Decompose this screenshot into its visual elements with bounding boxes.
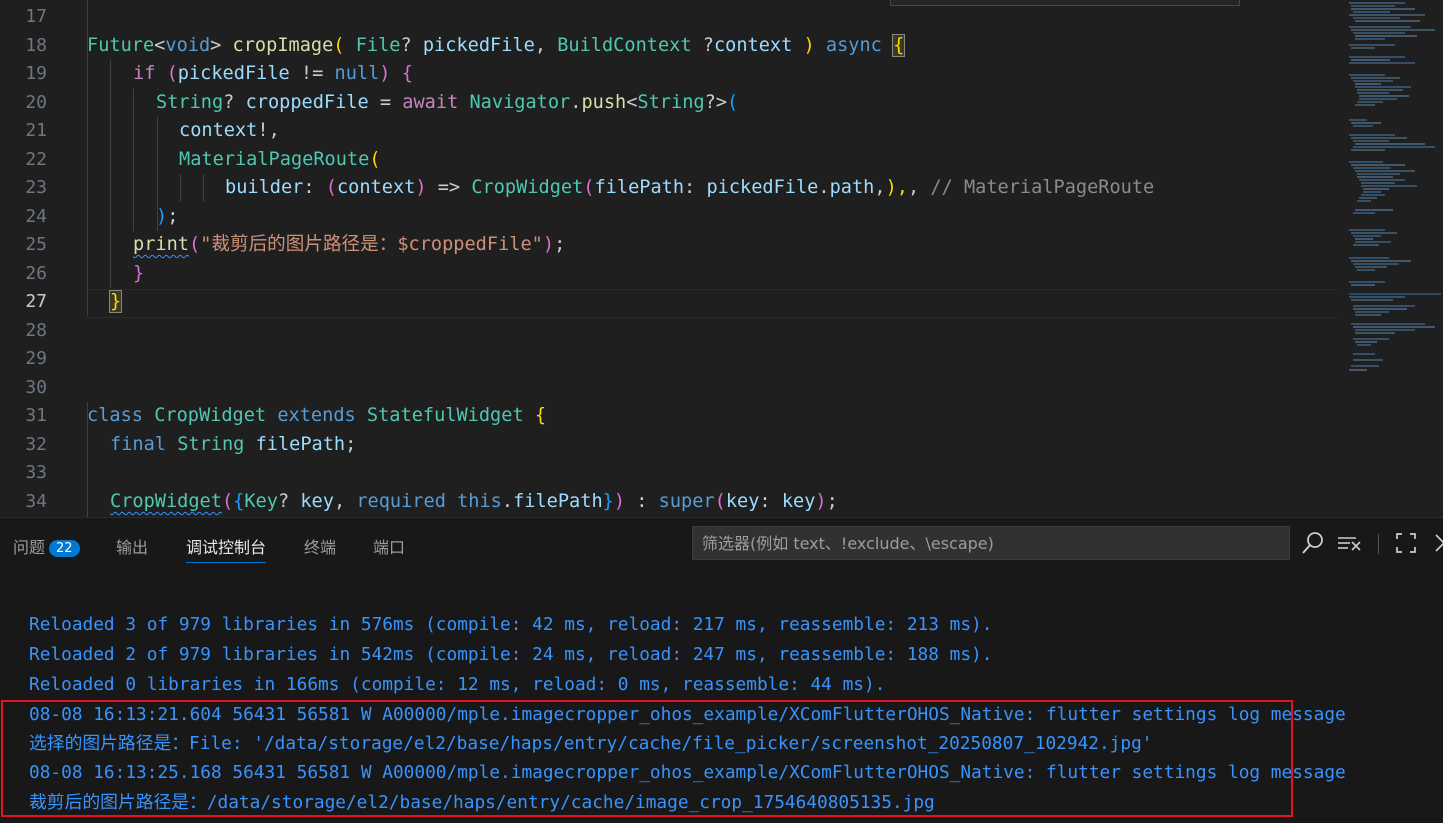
code-text[interactable]: builder: (context) => CropWidget(filePat… — [225, 174, 1154, 203]
console-line: Reloaded 3 of 979 libraries in 576ms (co… — [29, 614, 993, 635]
code-line: 23 builder: (context) => CropWidget(file… — [0, 174, 1340, 203]
line-number: 28 — [25, 320, 47, 341]
code-text[interactable]: if (pickedFile != null) { — [133, 60, 413, 89]
console-line: 08-08 16:13:21.604 56431 56581 W A00000/… — [29, 704, 1346, 725]
line-number: 21 — [25, 120, 47, 141]
toolbar-divider — [1378, 534, 1379, 554]
code-text[interactable]: class CropWidget extends StatefulWidget … — [87, 402, 546, 431]
clear-list-icon[interactable] — [1336, 530, 1362, 556]
tab-debug-console[interactable]: 调试控制台 — [186, 534, 267, 563]
console-line: 选择的图片路径是：File: '/data/storage/el2/base/h… — [29, 733, 1153, 754]
line-number: 29 — [25, 348, 47, 369]
line-number: 24 — [25, 206, 47, 227]
code-line: 26 } — [0, 260, 1340, 289]
debug-console-output[interactable]: Reloaded 3 of 979 libraries in 576ms (co… — [0, 570, 1443, 823]
line-number: 19 — [25, 63, 47, 84]
line-number: 26 — [25, 263, 47, 284]
code-text[interactable]: String? croppedFile = await Navigator.pu… — [156, 89, 738, 118]
code-line: 20 String? croppedFile = await Navigator… — [0, 89, 1340, 118]
code-line: 30 — [0, 374, 1340, 403]
code-line: 18 Future<void> cropImage( File? pickedF… — [0, 32, 1340, 61]
problems-count-badge: 22 — [49, 540, 80, 557]
close-icon[interactable] — [1432, 530, 1443, 556]
line-number: 17 — [25, 6, 47, 27]
code-text[interactable]: CropWidget({Key? key, required this.file… — [110, 488, 838, 517]
code-line: 27 } — [0, 288, 1340, 317]
line-number: 33 — [25, 462, 47, 483]
code-text[interactable]: ); — [156, 203, 178, 232]
line-number: 30 — [25, 377, 47, 398]
code-line: 19 if (pickedFile != null) { — [0, 60, 1340, 89]
maximize-icon[interactable] — [1393, 530, 1419, 556]
code-text[interactable]: Future<void> cropImage( File? pickedFile… — [87, 32, 906, 61]
code-line: 29 — [0, 345, 1340, 374]
console-line: 裁剪后的图片路径是：/data/storage/el2/base/haps/en… — [29, 792, 935, 813]
line-number: 23 — [25, 177, 47, 198]
line-number: 25 — [25, 234, 47, 255]
line-number: 22 — [25, 149, 47, 170]
code-text[interactable]: } — [133, 260, 144, 289]
filter-input[interactable] — [692, 526, 1290, 560]
code-text[interactable]: final String filePath; — [110, 431, 356, 460]
minimap-render — [1345, 0, 1443, 375]
console-line: Reloaded 2 of 979 libraries in 542ms (co… — [29, 644, 993, 665]
code-line: 28 — [0, 317, 1340, 346]
code-text[interactable]: } — [108, 288, 123, 317]
line-number: 27 — [25, 291, 47, 312]
code-editor[interactable]: 17 18 Future<void> cropImage( File? pick… — [0, 0, 1443, 517]
code-line: 34 CropWidget({Key? key, required this.f… — [0, 488, 1340, 517]
line-number: 18 — [25, 35, 47, 56]
tab-problems[interactable]: 问题 22 — [13, 534, 80, 558]
code-line: 25 print("裁剪后的图片路径是：$croppedFile"); — [0, 231, 1340, 260]
panel-tabs: 问题 22 输出 调试控制台 终端 端口 — [0, 518, 1443, 570]
code-text[interactable]: MaterialPageRoute( — [179, 146, 381, 175]
code-line: 22 MaterialPageRoute( — [0, 146, 1340, 175]
tab-label: 问题 — [13, 538, 46, 557]
code-line: 24 ); — [0, 203, 1340, 232]
line-number: 34 — [25, 491, 47, 512]
tab-output[interactable]: 输出 — [116, 534, 148, 558]
tab-ports[interactable]: 端口 — [373, 534, 405, 558]
code-line: 21 context!, — [0, 117, 1340, 146]
tab-terminal[interactable]: 终端 — [304, 534, 336, 558]
line-number: 20 — [25, 92, 47, 113]
search-icon[interactable] — [1300, 530, 1326, 556]
console-line: 08-08 16:13:25.168 56431 56581 W A00000/… — [29, 762, 1346, 783]
code-line: 31 class CropWidget extends StatefulWidg… — [0, 402, 1340, 431]
code-line: 17 — [0, 3, 1340, 32]
minimap[interactable] — [1345, 0, 1443, 375]
line-number: 32 — [25, 434, 47, 455]
code-line: 32 final String filePath; — [0, 431, 1340, 460]
line-number: 31 — [25, 405, 47, 426]
code-line: 33 — [0, 459, 1340, 488]
bottom-panel: 问题22 输出 调试控制台 终端 端口 Reloaded 3 of 979 li… — [0, 517, 1443, 823]
console-line: Reloaded 0 libraries in 166ms (compile: … — [29, 674, 886, 695]
code-text[interactable]: print("裁剪后的图片路径是：$croppedFile"); — [133, 231, 565, 260]
code-text[interactable]: context!, — [179, 117, 280, 146]
